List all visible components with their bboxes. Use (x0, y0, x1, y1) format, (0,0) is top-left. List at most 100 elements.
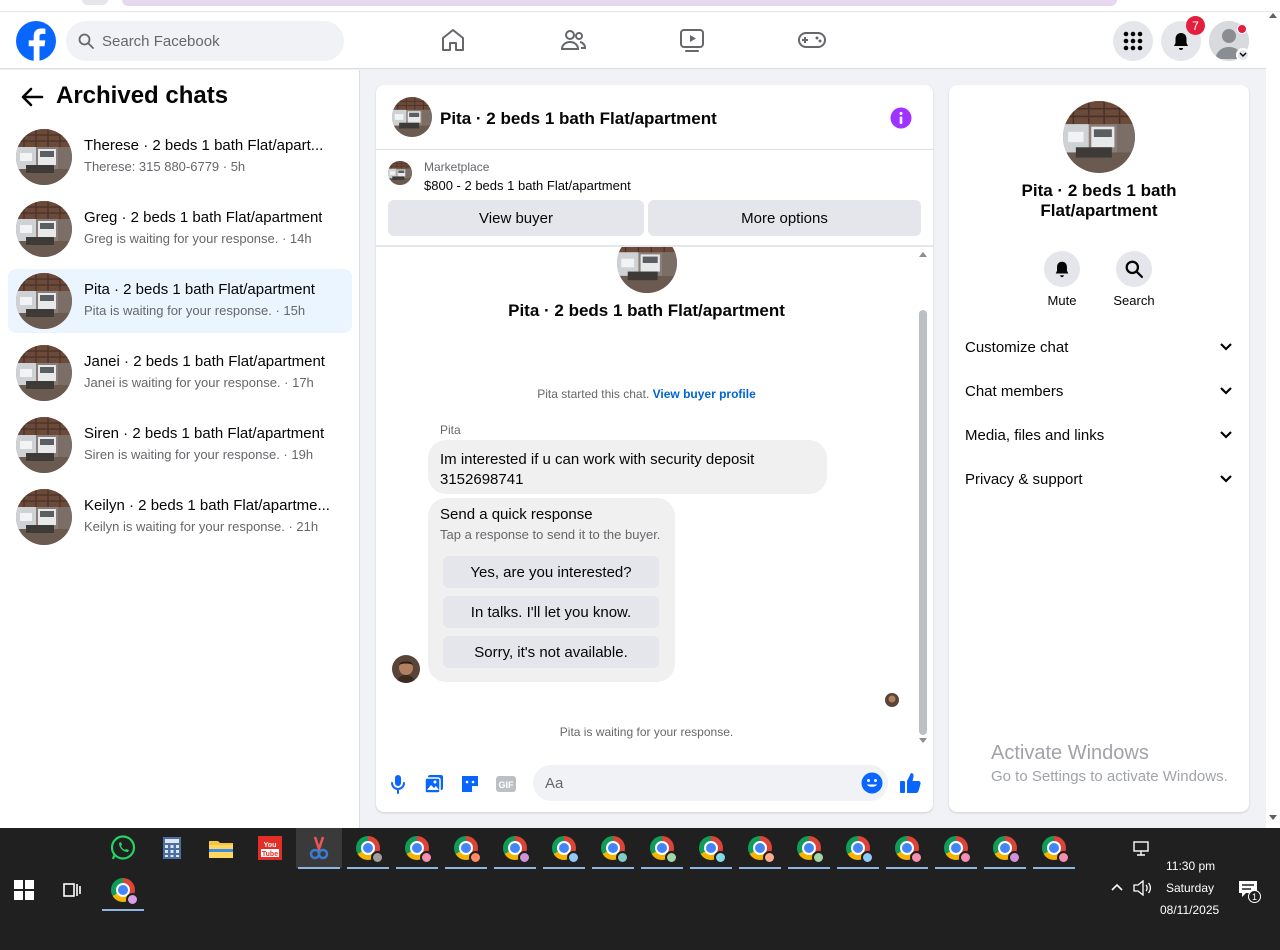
windows-taskbar: You Tube 11:30 pm Saturday 08/11/2025 1 (0, 828, 1280, 950)
view-buyer-button[interactable]: View buyer (388, 200, 644, 236)
chevron-down-icon (1220, 387, 1232, 395)
volume-icon[interactable] (1132, 880, 1152, 896)
chat-list-item[interactable]: Siren · 2 beds 1 bath Flat/apartment Sire… (8, 413, 352, 477)
section-label: Customize chat (965, 338, 1069, 356)
chrome-window[interactable] (590, 828, 636, 869)
bell-icon (1044, 251, 1080, 287)
chevron-down-icon[interactable] (1236, 48, 1250, 62)
chat-list-item[interactable]: Therese · 2 beds 1 bath Flat/apart... The… (8, 125, 352, 189)
chrome-window[interactable] (688, 828, 734, 869)
message-text-line2: 3152698741 (440, 471, 524, 488)
facebook-logo-icon[interactable] (16, 21, 56, 61)
listing-title[interactable]: $800 - 2 beds 1 bath Flat/apartment (424, 178, 631, 193)
quick-response-button[interactable]: Yes, are you interested? (443, 556, 659, 588)
chat-members-section[interactable]: Chat members (957, 369, 1241, 413)
clock-time[interactable]: 11:30 pm (1166, 859, 1215, 873)
home-tab[interactable] (433, 20, 473, 60)
chrome-window[interactable] (737, 828, 783, 869)
chrome-window[interactable] (835, 828, 881, 869)
chat-name: Keilyn · 2 beds 1 bath Flat/apartme... (84, 497, 330, 514)
clock-date[interactable]: 08/11/2025 (1160, 903, 1219, 917)
section-label: Privacy & support (965, 470, 1083, 488)
chrome-window[interactable] (443, 828, 489, 869)
quick-response-title: Send a quick response (440, 506, 593, 523)
browser-tab[interactable] (82, 0, 108, 5)
media-files-links-section[interactable]: Media, files and links (957, 413, 1241, 457)
chrome-window[interactable] (1031, 828, 1077, 869)
message-input-box[interactable] (533, 765, 888, 801)
menu-button[interactable] (1113, 21, 1153, 61)
chrome-window[interactable] (541, 828, 587, 869)
scroll-down-arrow-icon[interactable] (918, 737, 928, 747)
friends-tab[interactable] (553, 20, 593, 60)
photo-icon[interactable] (422, 772, 446, 796)
search-bar[interactable] (66, 21, 344, 61)
chat-preview: Janei is waiting for your response. · 17… (84, 375, 314, 390)
conversation-title[interactable]: Pita · 2 beds 1 bath Flat/apartment (440, 109, 717, 129)
search-input[interactable] (102, 32, 322, 50)
message-input[interactable] (545, 774, 845, 792)
archived-chats-sidebar: Archived chats Therese · 2 beds 1 bath F… (0, 70, 360, 828)
chrome-window[interactable] (639, 828, 685, 869)
view-buyer-profile-link[interactable]: View buyer profile (653, 387, 756, 401)
clock-day[interactable]: Saturday (1166, 881, 1214, 895)
chrome-window[interactable] (345, 828, 391, 869)
mute-action[interactable]: Mute (1032, 251, 1092, 308)
thumbs-up-icon[interactable] (898, 770, 924, 796)
chat-list-item[interactable]: Pita · 2 beds 1 bath Flat/apartment Pita … (8, 269, 352, 333)
bell-icon (1174, 33, 1188, 50)
gif-icon[interactable]: GIF (494, 772, 518, 796)
scroll-up-arrow-icon[interactable] (918, 250, 928, 260)
conversation-avatar[interactable] (392, 97, 432, 137)
emoji-icon[interactable] (860, 771, 884, 795)
windows-start-icon[interactable] (14, 880, 34, 900)
calculator-app[interactable] (149, 828, 195, 868)
more-options-button[interactable]: More options (648, 200, 921, 236)
chat-list-item[interactable]: Greg · 2 beds 1 bath Flat/apartment Greg … (8, 197, 352, 261)
back-arrow-icon[interactable] (20, 86, 44, 108)
chrome-icon (111, 878, 139, 906)
sticker-icon[interactable] (458, 772, 482, 796)
info-icon[interactable] (890, 107, 912, 129)
file-explorer-app[interactable] (198, 828, 244, 868)
chat-thumbnail (16, 273, 72, 329)
youtube-app[interactable]: You Tube (247, 828, 293, 868)
chrome-pinned-app[interactable] (100, 870, 146, 911)
details-avatar[interactable] (1063, 101, 1135, 173)
gaming-tab[interactable] (792, 20, 832, 60)
browser-address-bar[interactable] (122, 0, 1117, 6)
page-scrollbar[interactable] (1266, 12, 1280, 828)
snipping-tool-app[interactable] (296, 828, 342, 869)
message-scrollbar[interactable] (919, 310, 927, 735)
quick-response-button[interactable]: Sorry, it's not available. (443, 636, 659, 668)
chrome-window[interactable] (394, 828, 440, 869)
chevron-down-icon (1220, 343, 1232, 351)
quick-response-button[interactable]: In talks. I'll let you know. (443, 596, 659, 628)
listing-thumbnail[interactable] (388, 161, 412, 185)
privacy-support-section[interactable]: Privacy & support (957, 457, 1241, 501)
chat-details-panel: Pita · 2 beds 1 bath Flat/apartment Mute… (949, 85, 1249, 812)
intro-name: Pita · 2 beds 1 bath Flat/apartment (508, 301, 785, 320)
chevron-up-icon[interactable] (1110, 882, 1126, 894)
search-action[interactable]: Search (1104, 251, 1164, 308)
chat-list-item[interactable]: Janei · 2 beds 1 bath Flat/apartment Jane… (8, 341, 352, 405)
chrome-window[interactable] (786, 828, 832, 869)
chrome-window[interactable] (933, 828, 979, 869)
chat-list-item[interactable]: Keilyn · 2 beds 1 bath Flat/apartme... Ke… (8, 485, 352, 549)
sender-avatar[interactable] (392, 655, 420, 683)
chrome-icon (895, 836, 923, 864)
chrome-window[interactable] (492, 828, 538, 869)
chat-name: Greg · 2 beds 1 bath Flat/apartment (84, 209, 323, 226)
chrome-window[interactable] (884, 828, 930, 869)
watch-tab[interactable] (672, 20, 712, 60)
task-view-icon[interactable] (62, 880, 82, 900)
network-icon[interactable] (1132, 840, 1152, 858)
action-center-button[interactable]: 1 (1238, 880, 1262, 903)
microphone-icon[interactable] (386, 772, 410, 796)
customize-chat-section[interactable]: Customize chat (957, 325, 1241, 369)
whatsapp-app[interactable] (100, 828, 146, 868)
chrome-window[interactable] (982, 828, 1028, 869)
chat-thumbnail (16, 489, 72, 545)
quick-response-card: Send a quick response Tap a response to … (428, 498, 675, 682)
chrome-icon (601, 836, 629, 864)
